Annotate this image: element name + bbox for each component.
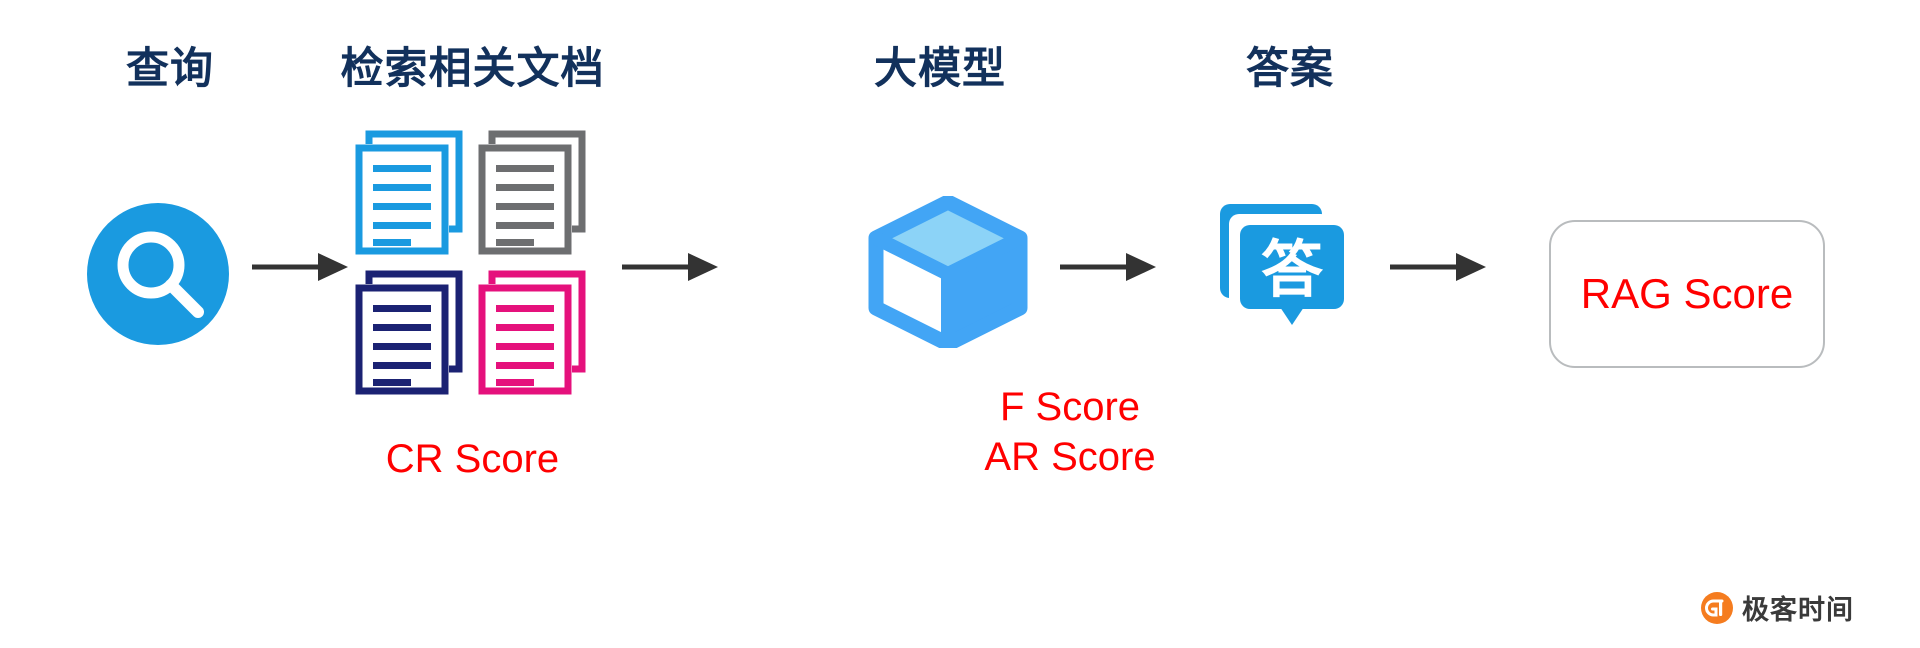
stage-label-answer: 答案 [1246,44,1334,94]
rag-score-label: RAG Score [1580,270,1794,317]
score-label-ar: AR Score [984,435,1156,479]
diagram-canvas: 查询 检索相关文档 大模型 答案 CR Score 答 F Score AR S… [0,0,1920,648]
arrow-icon-1 [252,250,348,289]
stage-label-query: 查询 [126,44,214,94]
document-icon-pink [478,268,588,396]
score-label-cr: CR Score [385,437,560,481]
stage-label-llm: 大模型 [874,44,1006,94]
rag-score-box: RAG Score [1549,220,1825,368]
watermark: 极客时间 [1700,588,1854,627]
geekbang-logo-icon [1700,591,1734,625]
arrow-icon-3 [1060,250,1156,289]
arrow-icon-4 [1390,250,1486,289]
arrow-icon-2 [622,250,718,289]
score-label-f: F Score [999,385,1141,429]
document-icon-gray [478,128,588,256]
retrieved-documents-group [355,128,590,395]
stage-label-retrieval: 检索相关文档 [340,44,605,94]
search-icon [85,203,231,345]
answer-speech-bubble-icon: 答 [1218,198,1353,336]
document-icon-navy [355,268,465,396]
document-icon-blue [355,128,465,256]
3d-cube-icon [868,194,1028,352]
answer-bubble-character: 答 [1261,233,1324,306]
watermark-text: 极客时间 [1742,595,1854,626]
